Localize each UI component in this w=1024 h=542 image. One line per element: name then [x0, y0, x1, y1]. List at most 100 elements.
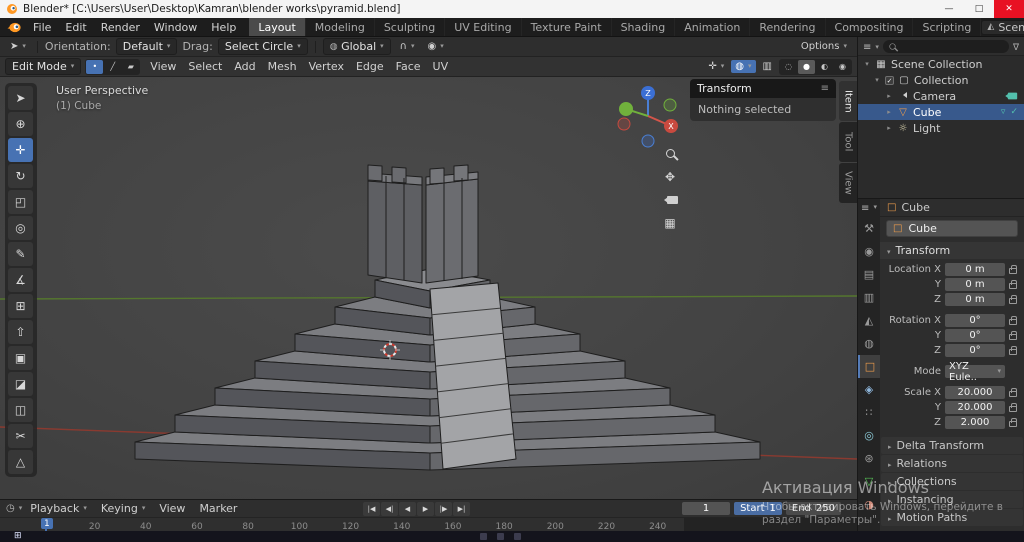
tool-tab[interactable]: ⚒	[858, 217, 880, 240]
show-gizmo-dropdown[interactable]: ✛	[704, 60, 728, 73]
edge-select-button[interactable]: ╱	[104, 60, 121, 74]
editor-type-dropdown[interactable]: ≡	[858, 199, 880, 217]
menu-item[interactable]: Window	[147, 18, 204, 36]
sidebar-tab[interactable]: Item	[839, 81, 857, 121]
wireframe-shading-button[interactable]: ◌	[780, 60, 797, 74]
lock-icon[interactable]	[1009, 315, 1017, 325]
maximize-button[interactable]: □	[964, 0, 994, 18]
selectable-icon[interactable]: ✓	[1010, 107, 1018, 117]
face-select-button[interactable]: ▰	[122, 60, 139, 74]
navigation-gizmo[interactable]: Z X	[612, 80, 684, 152]
constraints-tab[interactable]: ⊛	[858, 447, 880, 470]
outliner-search-input[interactable]	[882, 39, 1009, 53]
viewport-menu-item[interactable]: UV	[427, 60, 455, 73]
zoom-icon[interactable]	[665, 149, 675, 158]
viewport-3d-model[interactable]	[0, 77, 857, 499]
drag-mode-dropdown[interactable]: Select Circle	[217, 38, 308, 55]
menu-view[interactable]: View	[153, 502, 191, 515]
location-z-field[interactable]: 0 m	[945, 293, 1005, 306]
lock-icon[interactable]	[1009, 330, 1017, 340]
pan-icon[interactable]: ✥	[665, 170, 675, 184]
output-tab[interactable]: ▤	[858, 263, 880, 286]
object-name-field[interactable]: □ Cube	[886, 220, 1018, 237]
rotate-tool-button[interactable]: ↻	[8, 164, 33, 188]
taskbar-icon[interactable]	[514, 533, 521, 540]
lock-icon[interactable]	[1009, 294, 1017, 304]
lock-icon[interactable]	[1009, 279, 1017, 289]
rotation-y-field[interactable]: 0°	[945, 329, 1005, 342]
jump-to-start-button[interactable]: |◀	[363, 501, 380, 516]
menu-item[interactable]: File	[26, 18, 58, 36]
measure-tool-button[interactable]: ∡	[8, 268, 33, 292]
inset-faces-tool-button[interactable]: ▣	[8, 346, 33, 370]
proportional-edit-dropdown[interactable]: ◉	[424, 40, 448, 53]
workspace-tab[interactable]: UV Editing	[445, 18, 522, 36]
taskbar-icon[interactable]	[497, 533, 504, 540]
viewport-menu-item[interactable]: Edge	[350, 60, 390, 73]
viewport-menu-item[interactable]: Mesh	[262, 60, 303, 73]
viewport-menu-item[interactable]: Select	[182, 60, 228, 73]
expander-icon[interactable]: ▸	[885, 124, 893, 132]
move-tool-button[interactable]: ✛	[8, 138, 33, 162]
rotation-z-field[interactable]: 0°	[945, 344, 1005, 357]
scale-y-field[interactable]: 20.000	[945, 401, 1005, 414]
lock-icon[interactable]	[1009, 345, 1017, 355]
scene-tab[interactable]: ◭	[858, 309, 880, 332]
transform-panel-header[interactable]: Transform	[880, 242, 1024, 259]
poly-build-tool-button[interactable]: △	[8, 450, 33, 474]
material-shading-button[interactable]: ◐	[816, 60, 833, 74]
world-tab[interactable]: ◍	[858, 332, 880, 355]
close-button[interactable]: ✕	[994, 0, 1024, 18]
collapsed-panel-header[interactable]: Delta Transform	[881, 437, 1023, 454]
play-button[interactable]: ▶	[417, 501, 434, 516]
active-tool-dropdown[interactable]: ➤	[6, 40, 30, 53]
collection-checkbox[interactable]: ✓	[885, 75, 894, 85]
menu-marker[interactable]: Marker	[193, 502, 243, 515]
workspace-tab[interactable]: Rendering	[750, 18, 826, 36]
collapsed-panel-header[interactable]: Instancing	[881, 491, 1023, 508]
current-frame-field[interactable]: 1	[682, 502, 731, 515]
cursor-tool-button[interactable]: ⊕	[8, 112, 33, 136]
render-tab[interactable]: ◉	[858, 240, 880, 263]
next-keyframe-button[interactable]: |▶	[435, 501, 452, 516]
lock-icon[interactable]	[1009, 417, 1017, 427]
expander-icon[interactable]: ▸	[885, 108, 893, 116]
modifiers-tab[interactable]: ◈	[858, 378, 880, 401]
options-dropdown[interactable]: Options	[797, 40, 851, 53]
transform-orientation-dropdown[interactable]: ◍ Global	[322, 38, 391, 55]
rotation-mode-dropdown[interactable]: XYZ Eule..	[945, 361, 1005, 383]
mesh-data-icon[interactable]: ▿	[1001, 107, 1006, 117]
outliner-row-scene-collection[interactable]: ▾ ▦ Scene Collection	[858, 56, 1024, 72]
sidebar-tab[interactable]: View	[839, 163, 857, 203]
editor-type-dropdown[interactable]	[863, 40, 879, 53]
end-frame-field[interactable]: End 250	[785, 502, 841, 515]
viewport-menu-item[interactable]: Add	[228, 60, 261, 73]
outliner-row-camera[interactable]: ▸ Camera	[858, 88, 1024, 104]
menu-playback[interactable]: Playback	[24, 502, 93, 515]
orientation-dropdown[interactable]: Default	[115, 38, 178, 55]
particles-tab[interactable]: ∷	[858, 401, 880, 424]
solid-shading-button[interactable]: ●	[798, 59, 815, 74]
lock-icon[interactable]	[1009, 402, 1017, 412]
rendered-shading-button[interactable]: ◉	[834, 60, 851, 74]
tweak-select-tool-button[interactable]: ➤	[8, 86, 33, 110]
workspace-tab[interactable]: Sculpting	[375, 18, 446, 36]
scale-x-field[interactable]: 20.000	[945, 386, 1005, 399]
sidebar-tab[interactable]: Tool	[839, 122, 857, 162]
transform-panel-header[interactable]: Transform ≡	[690, 79, 836, 98]
editor-type-dropdown[interactable]: ◷	[6, 503, 22, 514]
scale-tool-button[interactable]: ◰	[8, 190, 33, 214]
add-cube-tool-button[interactable]: ⊞	[8, 294, 33, 318]
lock-icon[interactable]	[1009, 387, 1017, 397]
workspace-tab[interactable]: Scripting	[913, 18, 982, 36]
expander-icon[interactable]: ▸	[885, 92, 893, 100]
workspace-tab[interactable]: Shading	[612, 18, 676, 36]
scene-selector[interactable]: ◭ Scene ✕	[981, 19, 1024, 35]
taskbar-icon[interactable]	[480, 533, 487, 540]
collapsed-panel-header[interactable]: Motion Paths	[881, 509, 1023, 526]
extrude-region-tool-button[interactable]: ⇧	[8, 320, 33, 344]
toggle-xray-button[interactable]: ▥	[759, 60, 776, 73]
start-button[interactable]: ⊞	[14, 532, 22, 541]
outliner-row-cube[interactable]: ▸ ▽ Cube ▿ ✓	[858, 104, 1024, 120]
bevel-tool-button[interactable]: ◪	[8, 372, 33, 396]
